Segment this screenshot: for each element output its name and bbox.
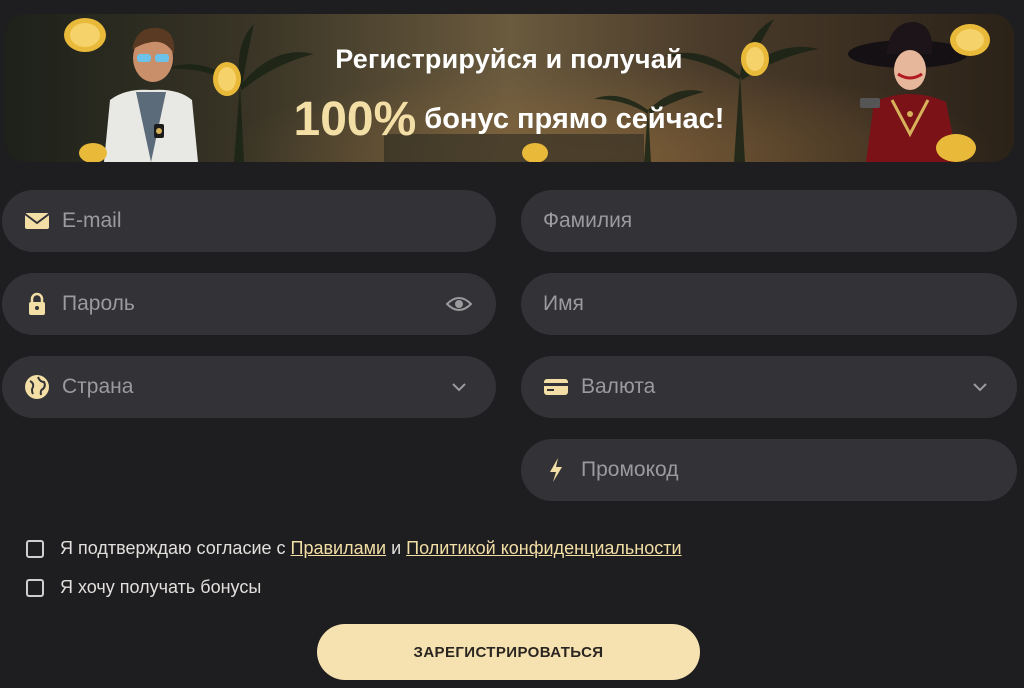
consent-prefix: Я подтверждаю согласие с <box>60 538 286 558</box>
country-select[interactable]: Страна <box>2 356 496 418</box>
consent-conjunction: и <box>391 538 402 558</box>
privacy-policy-link[interactable]: Политикой конфиденциальности <box>406 538 681 559</box>
email-field[interactable]: E-mail <box>2 190 496 252</box>
terms-consent-row: Я подтверждаю согласие с Правилами и Пол… <box>26 538 682 559</box>
envelope-icon <box>24 208 50 234</box>
banner-subtitle-text: бонус прямо сейчас! <box>424 103 725 135</box>
lock-icon <box>24 291 50 317</box>
bonus-opt-in-row: Я хочу получать бонусы <box>26 577 261 598</box>
eye-icon[interactable] <box>444 289 474 319</box>
terms-consent-checkbox[interactable] <box>26 539 44 558</box>
bonus-opt-in-label: Я хочу получать бонусы <box>60 577 262 597</box>
email-placeholder: E-mail <box>62 209 122 232</box>
rules-link[interactable]: Правилами <box>291 538 387 559</box>
credit-card-icon <box>543 374 569 400</box>
chevron-down-icon[interactable] <box>444 372 474 402</box>
surname-placeholder: Фамилия <box>543 209 633 232</box>
banner-title: Регистрируйся и получай <box>335 44 683 74</box>
currency-select[interactable]: Валюта <box>521 356 1017 418</box>
globe-icon <box>24 374 50 400</box>
chevron-down-icon[interactable] <box>965 372 995 402</box>
surname-field[interactable]: Фамилия <box>521 190 1017 252</box>
country-placeholder: Страна <box>62 375 134 398</box>
first-name-field[interactable]: Имя <box>521 273 1017 335</box>
register-button[interactable]: ЗАРЕГИСТРИРОВАТЬСЯ <box>317 624 700 680</box>
lightning-icon <box>543 457 569 483</box>
banner-subtitle: 100% бонус прямо сейчас! <box>4 92 1014 147</box>
promo-banner: Регистрируйся и получай 100% бонус прямо … <box>4 14 1014 162</box>
password-field[interactable]: Пароль <box>2 273 496 335</box>
first-name-placeholder: Имя <box>543 292 584 315</box>
promo-code-placeholder: Промокод <box>581 458 679 481</box>
promo-code-field[interactable]: Промокод <box>521 439 1017 501</box>
bonus-opt-in-checkbox[interactable] <box>26 578 44 597</box>
bonus-percent: 100% <box>293 93 417 146</box>
password-placeholder: Пароль <box>62 292 135 315</box>
currency-placeholder: Валюта <box>581 375 656 398</box>
